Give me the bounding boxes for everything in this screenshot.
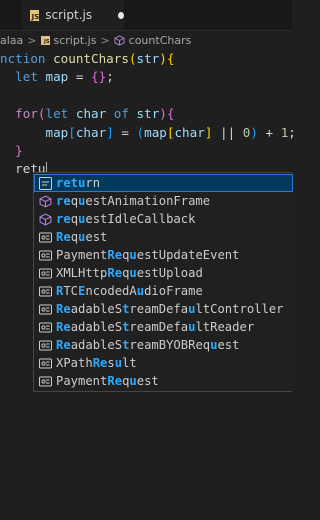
code-line-5: map[char] = (map[char] || 0) + 1; — [45, 125, 296, 140]
suggestion-label: ReadableStreamDefaultReader — [56, 320, 255, 334]
code-line-2: let map = {}; — [15, 69, 114, 84]
chevron-right-icon: > — [100, 33, 110, 47]
variable-icon — [39, 321, 52, 334]
suggestion-item[interactable]: ReadableStreamBYOBRequest — [34, 336, 293, 354]
variable-icon — [39, 357, 52, 370]
suggestion-item[interactable]: PaymentRequestUpdateEvent — [34, 246, 293, 264]
code-line-1: nction countChars(str){ — [0, 51, 175, 66]
suggestion-label: PaymentRequestUpdateEvent — [56, 248, 240, 262]
variable-icon — [39, 249, 52, 262]
editor-tab-bar: JS script.js — [0, 0, 292, 31]
unsaved-changes-dot-icon[interactable] — [118, 11, 124, 19]
suggestion-item[interactable]: XPathResult — [34, 354, 293, 372]
chevron-right-icon: > — [27, 33, 37, 47]
javascript-file-icon: JS — [30, 9, 40, 21]
suggestion-label: XMLHttpRequestUpload — [56, 266, 203, 280]
suggestion-item[interactable]: ReadableStreamDefaultController — [34, 300, 293, 318]
suggestion-label: return — [56, 176, 101, 190]
variable-icon — [39, 375, 52, 388]
suggestion-label: PaymentRequest — [56, 374, 159, 388]
suggestion-label: RTCEncodedAudioFrame — [56, 284, 203, 298]
suggestion-label: ReadableStreamDefaultController — [56, 302, 284, 316]
javascript-file-icon: JS — [40, 35, 50, 45]
tab-script-js[interactable]: JS script.js — [22, 0, 124, 30]
keyword-icon — [39, 176, 52, 190]
variable-icon — [39, 231, 52, 244]
variable-icon — [39, 339, 52, 352]
code-line-4: for(let char of str){ — [15, 106, 175, 121]
suggestion-label: XPathResult — [56, 356, 137, 370]
suggestion-item[interactable]: requestIdleCallback — [34, 210, 293, 228]
suggestion-item[interactable]: ReadableStreamDefaultReader — [34, 318, 293, 336]
autocomplete-suggestions: return requestAnimationFrame requestIdleCa… — [33, 172, 293, 392]
suggestion-item[interactable]: XMLHttpRequestUpload — [34, 264, 293, 282]
tab-label: script.js — [45, 8, 93, 22]
suggestion-label: requestAnimationFrame — [56, 194, 211, 208]
breadcrumb: alaa > JS script.js > countChars — [0, 31, 292, 49]
suggestion-item[interactable]: return — [34, 174, 293, 192]
suggestion-item[interactable]: RTCEncodedAudioFrame — [34, 282, 293, 300]
suggestion-label: Request — [56, 230, 108, 244]
variable-icon — [39, 303, 52, 316]
suggestion-item[interactable]: requestAnimationFrame — [34, 192, 293, 210]
breadcrumb-folder[interactable]: alaa — [0, 34, 23, 47]
suggestion-item[interactable]: Request — [34, 228, 293, 246]
breadcrumb-symbol[interactable]: countChars — [129, 34, 192, 47]
code-line-6: } — [15, 143, 23, 158]
suggestion-label: requestIdleCallback — [56, 212, 196, 226]
suggestion-label: ReadableStreamBYOBRequest — [56, 338, 240, 352]
suggestion-item[interactable]: PaymentRequest — [34, 372, 293, 390]
method-cube-icon — [39, 194, 52, 208]
breadcrumb-file[interactable]: script.js — [54, 34, 97, 47]
variable-icon — [39, 267, 52, 280]
method-cube-icon — [114, 34, 125, 46]
variable-icon — [39, 285, 52, 298]
method-cube-icon — [39, 212, 52, 226]
